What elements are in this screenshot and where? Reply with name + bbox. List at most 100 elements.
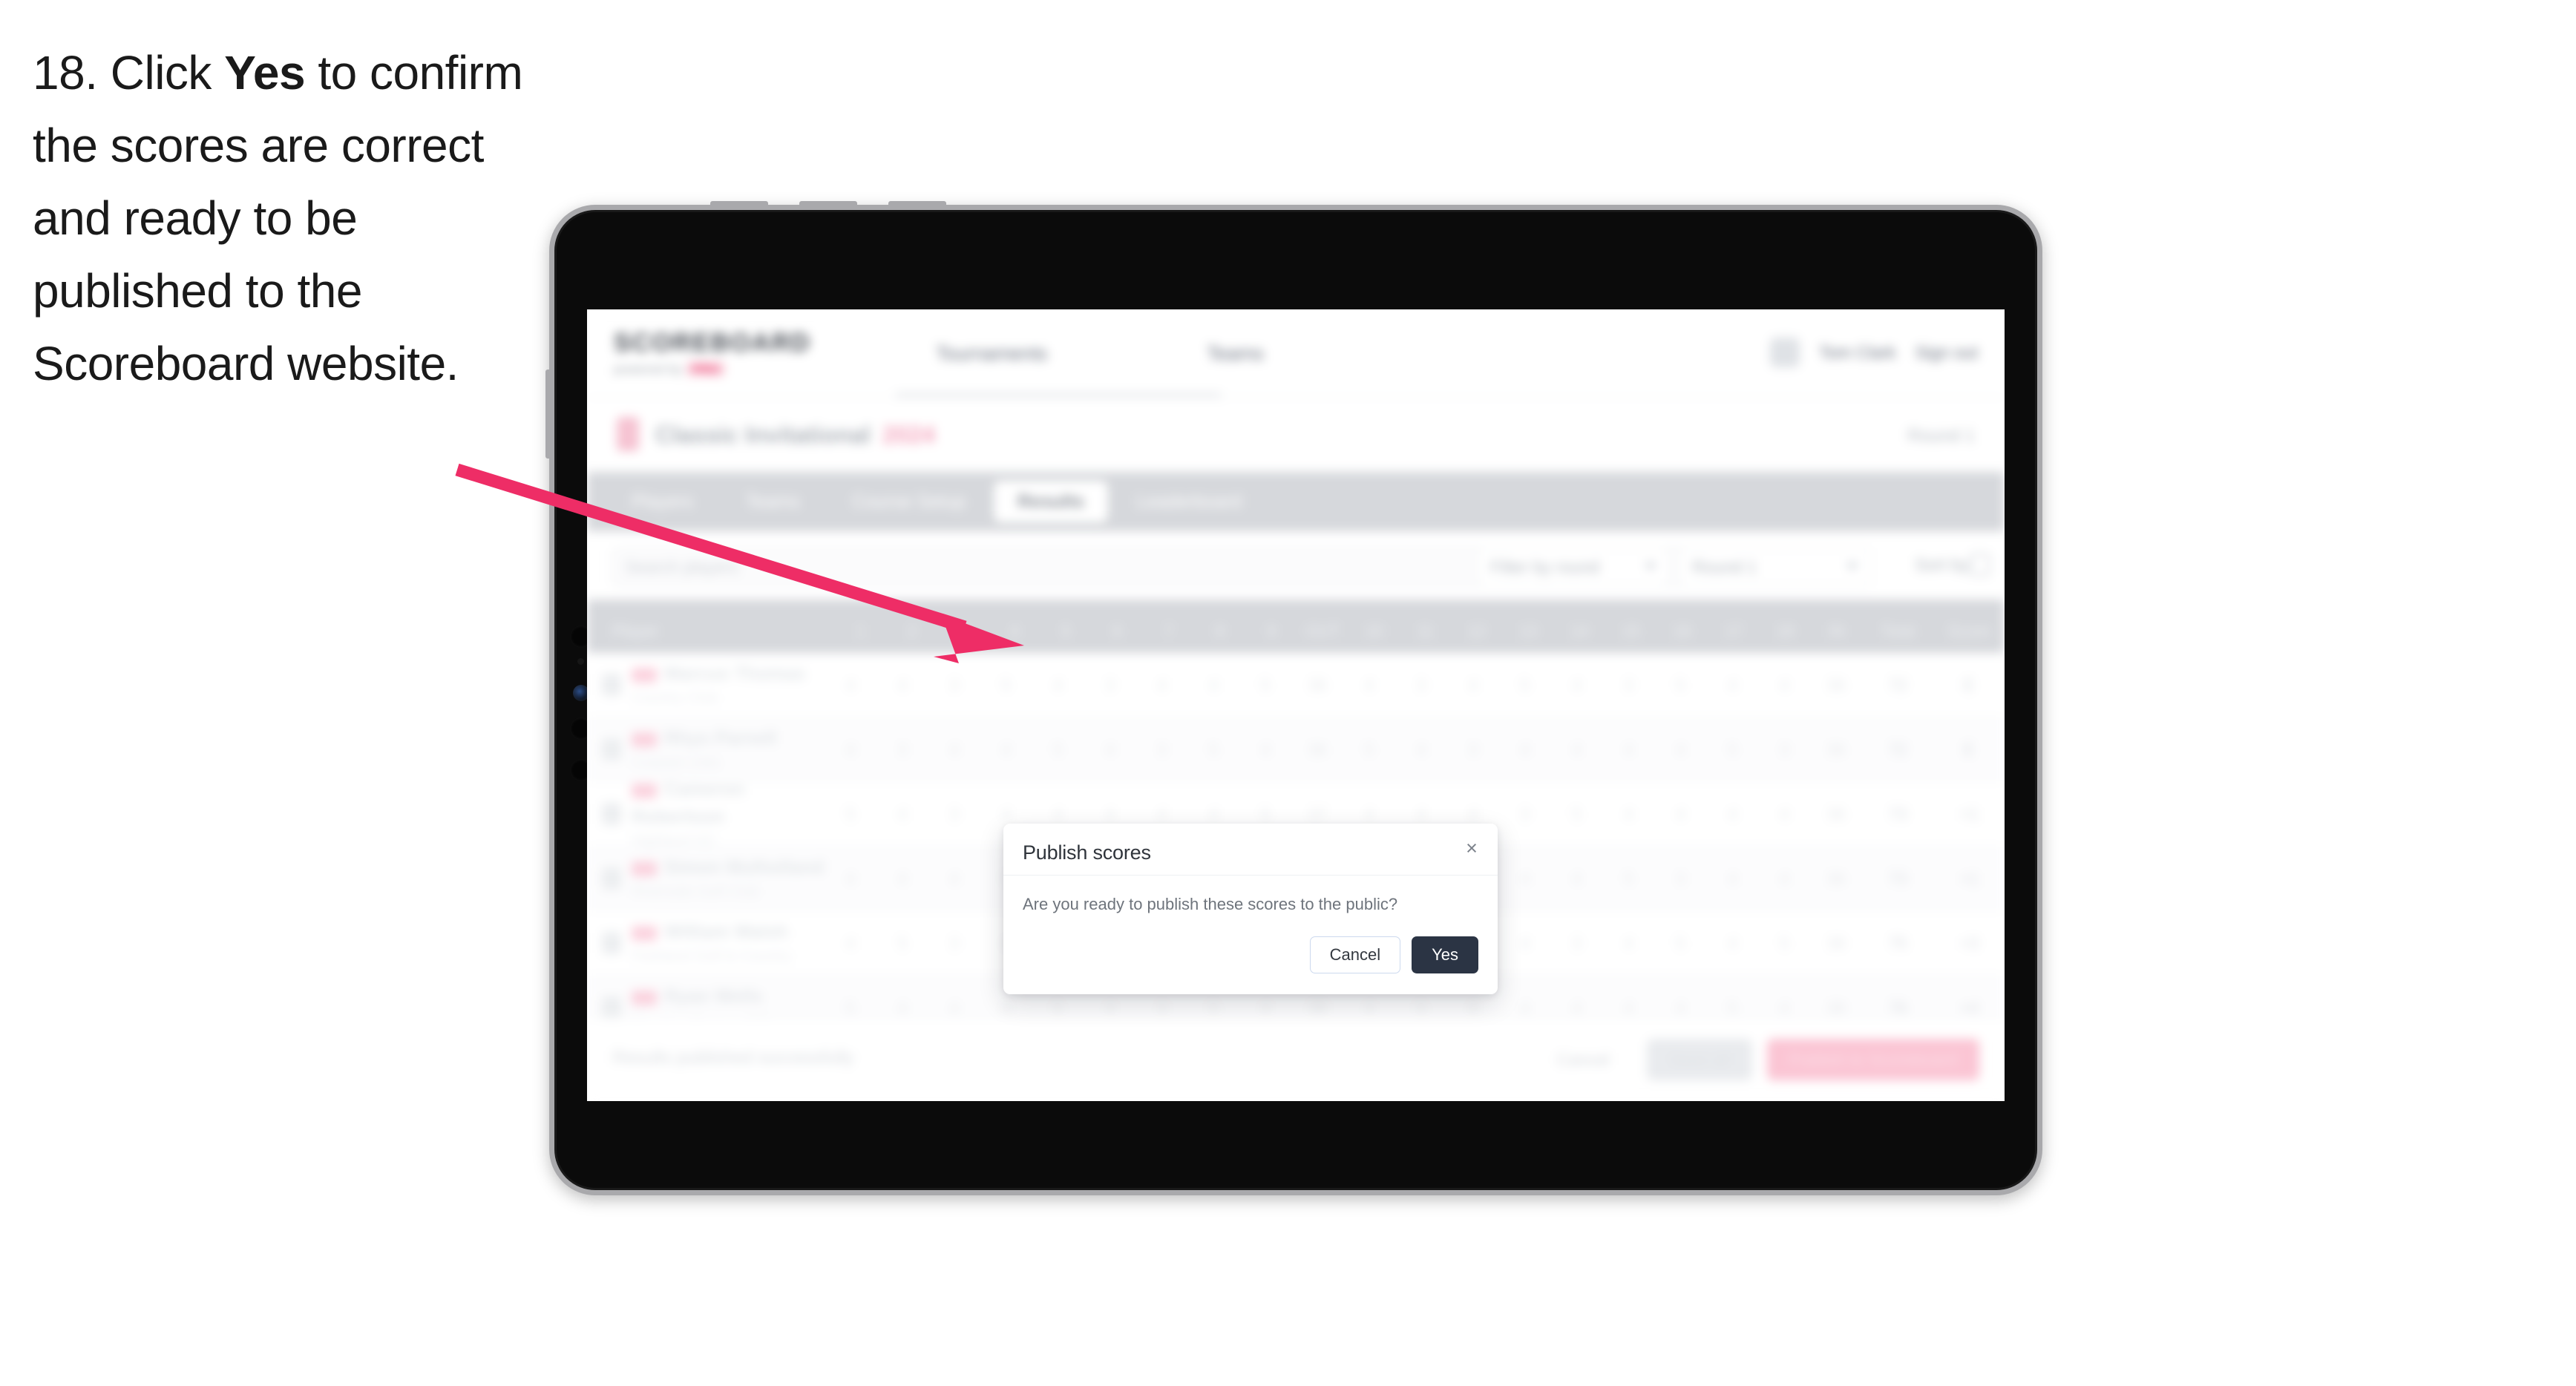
score-cell[interactable]: 3 xyxy=(928,933,980,953)
score-cell[interactable]: 3 xyxy=(1758,740,1810,760)
user-name[interactable]: Tom Clark xyxy=(1819,343,1896,363)
score-cell[interactable]: 4 xyxy=(825,675,876,695)
score-cell[interactable]: 4 xyxy=(928,998,980,1018)
drag-handle-icon[interactable] xyxy=(602,932,621,954)
score-cell[interactable]: 4 xyxy=(1447,804,1499,824)
score-cell[interactable]: 4 xyxy=(1655,740,1707,760)
score-cell[interactable]: 4 xyxy=(1706,869,1758,889)
score-cell[interactable]: 4 xyxy=(1706,933,1758,953)
score-cell[interactable]: 4 xyxy=(1603,933,1655,953)
score-cell[interactable]: 4 xyxy=(876,804,928,824)
score-cell[interactable]: 4 xyxy=(1084,804,1136,824)
score-cell[interactable]: 4 xyxy=(825,869,876,889)
score-cell[interactable]: 4 xyxy=(825,933,876,953)
score-cell[interactable]: 4 xyxy=(1447,675,1499,695)
score-cell[interactable]: 5 xyxy=(1032,740,1084,760)
score-cell[interactable]: 5 xyxy=(1187,998,1239,1018)
score-cell[interactable]: 36 xyxy=(1291,675,1343,695)
score-cell[interactable]: 5 xyxy=(1032,998,1084,1018)
score-cell[interactable]: 3 xyxy=(1135,740,1187,760)
score-cell[interactable]: 36 xyxy=(1810,740,1862,760)
score-cell[interactable]: 4 xyxy=(1499,869,1551,889)
score-cell[interactable]: 5 xyxy=(1603,869,1655,889)
score-cell[interactable]: 38 xyxy=(1291,998,1343,1018)
score-cell[interactable]: 5 xyxy=(1706,998,1758,1018)
score-cell[interactable]: 4 xyxy=(1499,933,1551,953)
table-row[interactable]: Marcus Thomas Country Club 4 4 3 5 4 3 4 4 5 36 4 3 4 5… xyxy=(587,653,2005,717)
score-cell[interactable]: 4 xyxy=(1655,998,1707,1018)
tab-teams[interactable]: Teams xyxy=(721,481,824,523)
score-cell[interactable]: 3 xyxy=(1551,933,1603,953)
score-cell[interactable]: 4 xyxy=(1499,998,1551,1018)
score-cell[interactable]: 5 xyxy=(980,675,1032,695)
score-cell[interactable]: 38 xyxy=(1810,998,1862,1018)
score-cell[interactable]: 4 xyxy=(1603,998,1655,1018)
score-cell[interactable]: 5 xyxy=(1187,740,1239,760)
drag-handle-icon[interactable] xyxy=(602,674,621,696)
score-cell[interactable]: 4 xyxy=(1551,740,1603,760)
score-cell[interactable]: 4 xyxy=(1084,998,1136,1018)
score-cell[interactable]: 5 xyxy=(876,933,928,953)
sort-icon[interactable] xyxy=(1970,554,1990,576)
score-cell[interactable]: 4 xyxy=(1187,804,1239,824)
score-cell[interactable]: 4 xyxy=(1084,740,1136,760)
score-cell[interactable]: 4 xyxy=(1343,804,1395,824)
score-cell[interactable]: 4 xyxy=(980,740,1032,760)
topnav-teams[interactable]: Teams xyxy=(1207,342,1264,365)
score-cell[interactable]: 4 xyxy=(1239,998,1291,1018)
score-cell[interactable]: 4 xyxy=(1655,804,1707,824)
score-cell[interactable]: 3 xyxy=(1447,740,1499,760)
publish-to-scoreboard-button[interactable]: Publish to Scoreboard xyxy=(1766,1039,1979,1080)
score-cell[interactable]: 4 xyxy=(980,998,1032,1018)
drag-handle-icon[interactable] xyxy=(602,996,621,1019)
score-cell[interactable]: 37 xyxy=(1291,804,1343,824)
score-cell[interactable]: 4 xyxy=(980,804,1032,824)
score-cell[interactable]: 3 xyxy=(1135,998,1187,1018)
save-all-button[interactable]: Save all xyxy=(1646,1039,1752,1080)
score-cell[interactable]: 5 xyxy=(1239,675,1291,695)
score-cell[interactable]: 5 xyxy=(1499,675,1551,695)
score-cell[interactable]: 36 xyxy=(1810,869,1862,889)
score-cell[interactable]: 4 xyxy=(1551,869,1603,889)
score-cell[interactable]: 4 xyxy=(1135,804,1187,824)
score-cell[interactable]: 4 xyxy=(1551,998,1603,1018)
score-cell[interactable]: 38 xyxy=(1810,933,1862,953)
score-cell[interactable]: 4 xyxy=(1239,740,1291,760)
score-cell[interactable]: 5 xyxy=(825,804,876,824)
score-cell[interactable]: 3 xyxy=(928,804,980,824)
score-cell[interactable]: 3 xyxy=(928,675,980,695)
score-cell[interactable]: 4 xyxy=(1603,740,1655,760)
yes-button[interactable]: Yes xyxy=(1412,936,1478,974)
tab-leaderboard[interactable]: Leaderboard xyxy=(1112,481,1265,523)
score-cell[interactable]: 4 xyxy=(825,740,876,760)
score-cell[interactable]: 5 xyxy=(1706,740,1758,760)
score-cell[interactable]: 36 xyxy=(1810,675,1862,695)
score-cell[interactable]: 3 xyxy=(1084,675,1136,695)
close-icon[interactable]: × xyxy=(1459,835,1484,861)
drag-handle-icon[interactable] xyxy=(602,867,621,890)
filter-round-dropdown[interactable]: Filter by round xyxy=(1476,548,1669,586)
score-cell[interactable]: 4 xyxy=(1758,804,1810,824)
drag-handle-icon[interactable] xyxy=(602,738,621,761)
score-cell[interactable]: 4 xyxy=(1706,675,1758,695)
score-cell[interactable]: 4 xyxy=(928,740,980,760)
score-cell[interactable]: 5 xyxy=(1655,933,1707,953)
score-cell[interactable]: 4 xyxy=(1395,804,1447,824)
score-cell[interactable]: 3 xyxy=(876,740,928,760)
score-cell[interactable]: 4 xyxy=(876,675,928,695)
score-cell[interactable]: 4 xyxy=(1032,804,1084,824)
score-cell[interactable]: 4 xyxy=(1758,869,1810,889)
score-cell[interactable]: 5 xyxy=(1758,933,1810,953)
drag-handle-icon[interactable] xyxy=(602,803,621,825)
sign-out-link[interactable]: Sign out xyxy=(1915,343,1978,363)
score-cell[interactable]: 5 xyxy=(1395,998,1447,1018)
score-cell[interactable]: 4 xyxy=(1395,740,1447,760)
tab-results[interactable]: Results xyxy=(993,480,1109,523)
sort-by-label[interactable]: Sort by xyxy=(1915,555,1969,575)
score-cell[interactable]: 4 xyxy=(1187,675,1239,695)
score-cell[interactable]: 36 xyxy=(1291,740,1343,760)
score-cell[interactable]: 3 xyxy=(1395,675,1447,695)
tab-course-setup[interactable]: Course Setup xyxy=(828,481,989,523)
score-cell[interactable]: 5 xyxy=(1551,804,1603,824)
avatar[interactable] xyxy=(1770,338,1800,367)
